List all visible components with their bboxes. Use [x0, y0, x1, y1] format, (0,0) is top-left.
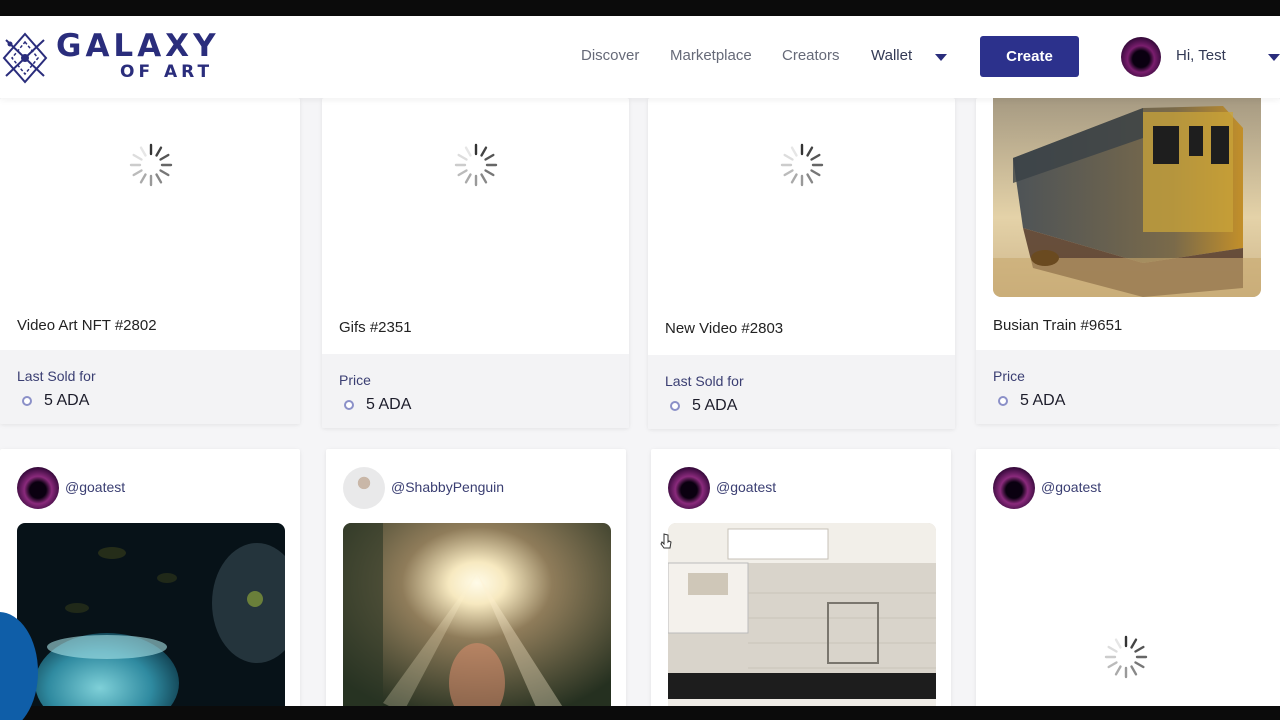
loading-spinner-icon [778, 141, 826, 189]
nft-card[interactable]: @goatest [0, 449, 300, 719]
nft-card[interactable]: Busian Train #9651 Price 5 ADA [976, 98, 1280, 424]
nft-card[interactable]: @goatest [976, 449, 1280, 719]
nav-marketplace[interactable]: Marketplace [670, 47, 752, 64]
card-footer: Last Sold for 5 ADA [648, 355, 955, 429]
nft-card[interactable]: Gifs #2351 Price 5 ADA [322, 98, 629, 428]
price-value: 5 ADA [366, 396, 412, 413]
nft-title[interactable]: Gifs #2351 [339, 319, 412, 336]
avatar[interactable] [17, 467, 59, 509]
nft-card[interactable]: @ShabbyPenguin [326, 449, 626, 719]
price-value: 5 ADA [1020, 392, 1066, 409]
cardano-coin-icon [22, 396, 32, 406]
nav-wallet[interactable]: Wallet [871, 47, 912, 64]
brand-logo[interactable]: GALAXY OF ART [0, 28, 230, 88]
cardano-coin-icon [344, 400, 354, 410]
card-footer: Last Sold for 5 ADA [0, 350, 300, 424]
price-value: 5 ADA [692, 397, 738, 414]
nft-title[interactable]: Video Art NFT #2802 [17, 317, 157, 334]
nft-image-sunlight[interactable] [343, 523, 611, 719]
app-frame: GALAXY OF ART Discover Marketplace Creat… [0, 0, 1280, 720]
avatar[interactable] [1121, 37, 1161, 77]
user-greeting[interactable]: Hi, Test [1176, 47, 1226, 64]
create-button[interactable]: Create [980, 36, 1079, 77]
brand-line-2: OF ART [120, 62, 214, 82]
nft-image-kitchen[interactable] [668, 523, 936, 719]
chevron-down-icon[interactable] [935, 54, 947, 61]
avatar[interactable] [668, 467, 710, 509]
owner-handle[interactable]: @ShabbyPenguin [391, 479, 504, 495]
card-footer: Price 5 ADA [976, 350, 1280, 424]
mouse-cursor-icon [660, 533, 672, 549]
cardano-coin-icon [670, 401, 680, 411]
price-label: Last Sold for [17, 368, 96, 384]
nft-title[interactable]: Busian Train #9651 [993, 317, 1122, 334]
price-label: Last Sold for [665, 373, 744, 389]
price-label: Price [339, 372, 371, 388]
loading-spinner-icon [1102, 633, 1150, 681]
top-navbar: GALAXY OF ART Discover Marketplace Creat… [0, 16, 1280, 98]
cardano-coin-icon [998, 396, 1008, 406]
loading-spinner-icon [452, 141, 500, 189]
nft-image-cat[interactable] [17, 523, 285, 719]
brand-line-1: GALAXY [56, 28, 220, 64]
video-letterbox-bottom [0, 706, 1280, 720]
loading-spinner-icon [127, 141, 175, 189]
price-value: 5 ADA [44, 392, 90, 409]
nft-card[interactable]: Video Art NFT #2802 Last Sold for 5 ADA [0, 98, 300, 424]
nav-creators[interactable]: Creators [782, 47, 840, 64]
nft-image-train[interactable] [993, 98, 1261, 297]
chevron-down-icon[interactable] [1268, 54, 1280, 61]
nav-discover[interactable]: Discover [581, 47, 639, 64]
card-footer: Price 5 ADA [322, 354, 629, 428]
galaxy-logo-icon [2, 32, 48, 84]
nft-title[interactable]: New Video #2803 [665, 320, 783, 337]
owner-handle[interactable]: @goatest [716, 479, 776, 495]
nft-card[interactable]: New Video #2803 Last Sold for 5 ADA [648, 98, 955, 429]
owner-handle[interactable]: @goatest [1041, 479, 1101, 495]
nft-card[interactable]: @goatest [651, 449, 951, 719]
video-letterbox-top [0, 0, 1280, 16]
avatar[interactable] [993, 467, 1035, 509]
price-label: Price [993, 368, 1025, 384]
owner-handle[interactable]: @goatest [65, 479, 125, 495]
avatar[interactable] [343, 467, 385, 509]
